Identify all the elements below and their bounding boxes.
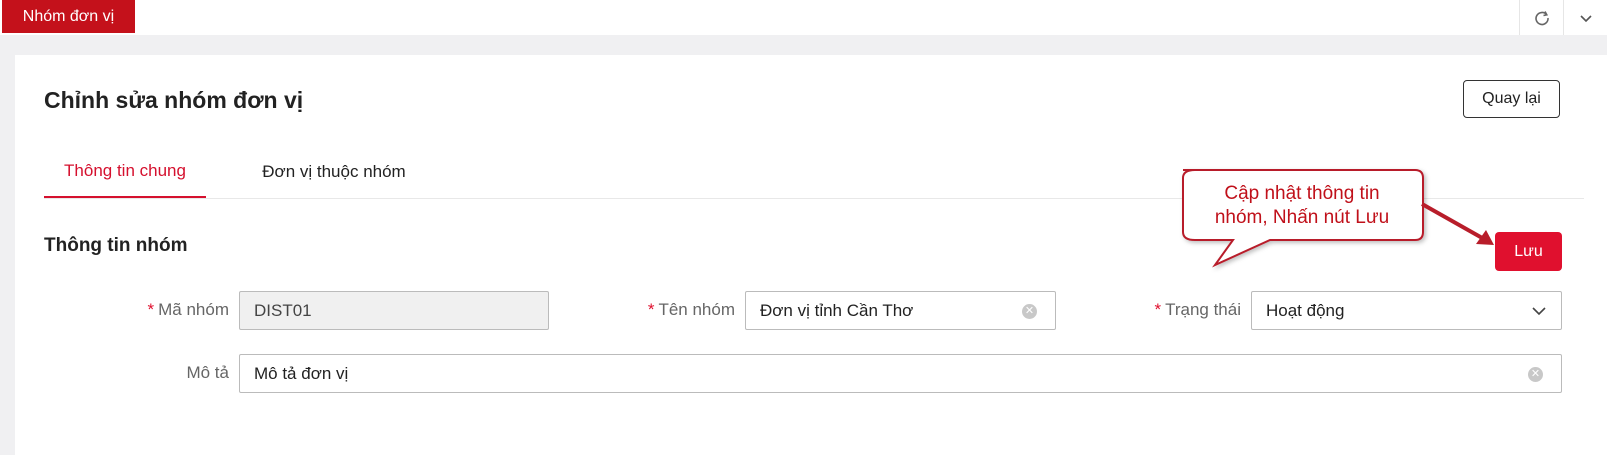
name-label: * Tên nhóm — [615, 300, 735, 320]
required-mark: * — [1154, 300, 1162, 319]
name-value: Đơn vị tỉnh Cần Thơ — [760, 300, 914, 320]
annotation-line-2: nhóm, Nhấn nút Lưu — [1214, 207, 1390, 228]
required-mark: * — [147, 300, 155, 319]
top-tab-label: Nhóm đơn vị — [22, 7, 115, 25]
tab-label: Thông tin chung — [64, 160, 186, 180]
chevron-down-icon — [1532, 307, 1546, 316]
code-value: DIST01 — [254, 300, 312, 320]
description-label: Mô tả — [115, 363, 229, 383]
code-label-text: Mã nhóm — [158, 300, 229, 319]
annotation-arrow-icon — [1421, 202, 1494, 245]
top-bar: Nhóm đơn vị — [0, 0, 1607, 35]
section-title: Thông tin nhóm — [44, 235, 188, 256]
chevron-down-icon[interactable] — [1563, 0, 1607, 35]
status-select[interactable]: Hoạt động — [1251, 291, 1562, 330]
status-label-text: Trạng thái — [1165, 300, 1241, 319]
tab-member-units[interactable]: Đơn vị thuộc nhóm — [249, 145, 419, 198]
description-label-text: Mô tả — [186, 363, 229, 382]
refresh-icon[interactable] — [1519, 0, 1563, 35]
tab-label: Đơn vị thuộc nhóm — [262, 161, 406, 181]
name-input[interactable]: Đơn vị tỉnh Cần Thơ ✕ — [745, 291, 1056, 330]
clear-icon[interactable]: ✕ — [1528, 367, 1543, 382]
back-button[interactable]: Quay lại — [1463, 80, 1560, 118]
name-label-text: Tên nhóm — [658, 300, 735, 319]
code-label: * Mã nhóm — [115, 300, 230, 320]
top-tab-unit-group[interactable]: Nhóm đơn vị — [2, 0, 135, 33]
status-value: Hoạt động — [1266, 300, 1345, 320]
description-input[interactable]: Mô tả đơn vị ✕ — [239, 354, 1562, 393]
page-title: Chỉnh sửa nhóm đơn vị — [44, 87, 304, 113]
code-field: DIST01 — [239, 291, 549, 330]
description-value: Mô tả đơn vị — [254, 363, 349, 383]
annotation-line-1: Cập nhật thông tin — [1224, 183, 1380, 204]
save-button[interactable]: Lưu — [1495, 232, 1562, 271]
tab-general-info[interactable]: Thông tin chung — [44, 145, 206, 198]
clear-icon[interactable]: ✕ — [1022, 304, 1037, 319]
annotation-text: Cập nhật thông tin nhóm, Nhấn nút Lưu — [1183, 182, 1421, 230]
status-label: * Trạng thái — [1115, 300, 1241, 320]
top-icon-group — [1519, 0, 1607, 35]
required-mark: * — [647, 300, 655, 319]
